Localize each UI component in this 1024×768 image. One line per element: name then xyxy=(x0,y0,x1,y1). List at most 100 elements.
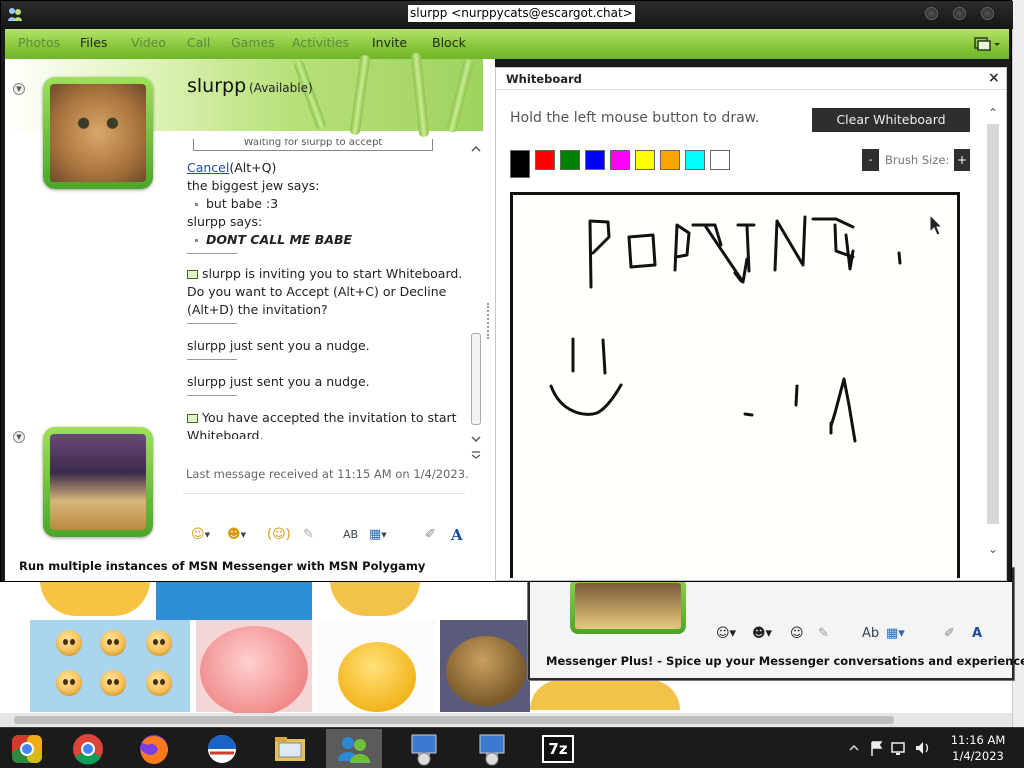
wink-icon[interactable]: ☻▾ xyxy=(752,624,772,644)
self-avatar[interactable] xyxy=(43,427,153,537)
divider xyxy=(187,395,237,396)
cancel-shortcut: (Alt+Q) xyxy=(229,160,277,175)
taskbar-installer-1[interactable] xyxy=(396,729,452,768)
show-hidden-icons-icon xyxy=(849,744,859,751)
nudge-icon[interactable]: ☺ xyxy=(790,624,804,644)
collapse-contact-icon[interactable]: ▼ xyxy=(13,83,25,95)
brush-increase-button[interactable]: + xyxy=(954,149,970,171)
handwriting-icon[interactable]: ✐ xyxy=(944,624,955,644)
last-message-timestamp: Last message received at 11:15 AM on 1/4… xyxy=(186,467,469,481)
stroke xyxy=(627,233,657,269)
whiteboard-title: Whiteboard xyxy=(506,72,582,86)
color-swatch-white[interactable] xyxy=(710,150,730,170)
drawing-strokes xyxy=(549,213,944,443)
stroke xyxy=(673,223,691,272)
mouse-cursor-icon xyxy=(929,213,944,236)
options-menu-icon[interactable] xyxy=(973,35,1001,53)
system-tray xyxy=(848,738,938,758)
menu-activities[interactable]: Activities xyxy=(292,35,349,50)
collapse-self-icon[interactable]: ▼ xyxy=(13,431,25,443)
clear-whiteboard-button[interactable]: Clear Whiteboard xyxy=(812,108,970,132)
stroke xyxy=(743,412,754,417)
message-text-content: but babe :3 xyxy=(206,196,279,211)
font-icon[interactable]: A xyxy=(451,525,463,545)
scroll-down-icon[interactable] xyxy=(471,435,481,443)
taskbar-app-launcher[interactable] xyxy=(0,729,56,768)
divider xyxy=(187,323,237,324)
whiteboard-close-icon[interactable]: × xyxy=(988,70,1000,86)
title-bar[interactable]: slurpp <nurppycats@escargot.chat> xyxy=(1,1,1013,29)
brush-decrease-button[interactable]: - xyxy=(862,149,879,171)
cancel-link[interactable]: Cancel xyxy=(187,160,229,175)
voice-clip-icon[interactable]: ✎ xyxy=(303,525,314,545)
taskbar-file-explorer[interactable] xyxy=(262,729,318,768)
emoji-tile xyxy=(530,680,680,710)
background-icon[interactable]: ▦▾ xyxy=(886,624,905,644)
taskbar-msn[interactable] xyxy=(194,729,250,768)
horizontal-scrollbar[interactable] xyxy=(0,713,1012,727)
whiteboard-scroll-up[interactable]: ⌃ xyxy=(987,106,999,120)
installer-icon xyxy=(479,734,505,766)
clock-date: 1/4/2023 xyxy=(952,749,1004,763)
status-bar-ad[interactable]: Run multiple instances of MSN Messenger … xyxy=(19,559,425,573)
whiteboard-scrollbar[interactable]: ⌃ ⌄ xyxy=(986,106,1000,558)
drawing-canvas[interactable] xyxy=(510,192,960,578)
contact-avatar[interactable] xyxy=(43,77,153,189)
font-icon[interactable]: A xyxy=(972,624,982,644)
maximize-button[interactable] xyxy=(953,7,966,20)
color-swatch-black[interactable] xyxy=(510,150,530,178)
emoticon-icon[interactable]: ☺▾ xyxy=(191,525,210,545)
color-swatch-magenta[interactable] xyxy=(610,150,630,170)
whiteboard-scroll-thumb[interactable] xyxy=(987,124,999,524)
envelope-icon xyxy=(187,414,198,423)
voice-clip-icon[interactable]: ✎ xyxy=(818,624,829,644)
taskbar-messenger[interactable] xyxy=(326,729,382,768)
accept-notice-line-1: You have accepted the invitation to star… xyxy=(187,409,457,427)
nudge-icon[interactable]: (☺) xyxy=(267,525,291,545)
color-swatch-orange[interactable] xyxy=(660,150,680,170)
menu-games[interactable]: Games xyxy=(231,35,275,50)
stroke xyxy=(691,223,749,284)
scroll-up-icon[interactable] xyxy=(471,145,481,153)
emoji-tile xyxy=(40,580,150,616)
stroke xyxy=(549,383,623,416)
color-swatch-red[interactable] xyxy=(535,150,555,170)
color-swatch-blue[interactable] xyxy=(585,150,605,170)
chat-window[interactable]: slurpp <nurppycats@escargot.chat> Photos… xyxy=(0,0,1013,582)
color-swatch-cyan[interactable] xyxy=(685,150,705,170)
minimize-button[interactable] xyxy=(925,7,938,20)
text-style-icon[interactable]: Ab xyxy=(862,624,879,644)
background-icon[interactable]: ▦▾ xyxy=(369,525,387,545)
msn-icon xyxy=(208,735,236,763)
whiteboard-scroll-down[interactable]: ⌄ xyxy=(987,542,999,556)
installer-icon xyxy=(411,734,437,766)
pane-splitter[interactable] xyxy=(483,59,495,581)
history-scrollbar[interactable] xyxy=(469,141,483,463)
text-style-icon[interactable]: AB xyxy=(343,525,358,545)
clock[interactable]: 11:16 AM 1/4/2023 xyxy=(938,732,1018,764)
background-chat-window[interactable]: ☺▾ ☻▾ ☺ ✎ Ab ▦▾ ✐ A Messenger Plus! - Sp… xyxy=(528,568,1024,680)
menu-block[interactable]: Block xyxy=(432,35,466,50)
color-swatch-green[interactable] xyxy=(560,150,580,170)
handwriting-icon[interactable]: ✐ xyxy=(425,525,436,545)
menu-photos[interactable]: Photos xyxy=(18,35,60,50)
network-icon xyxy=(891,742,905,753)
scroll-end-icon[interactable] xyxy=(471,451,481,459)
taskbar-7zip[interactable]: 7z xyxy=(530,729,586,768)
wink-icon[interactable]: ☻▾ xyxy=(227,525,246,545)
taskbar-firefox[interactable] xyxy=(126,729,182,768)
menu-call[interactable]: Call xyxy=(187,35,210,50)
stroke xyxy=(829,377,857,443)
tray-icons xyxy=(849,741,929,756)
menu-invite[interactable]: Invite xyxy=(372,35,407,50)
close-button[interactable] xyxy=(981,7,994,20)
emoticon-icon[interactable]: ☺▾ xyxy=(716,624,736,644)
taskbar-chrome[interactable] xyxy=(58,729,114,768)
color-swatch-yellow[interactable] xyxy=(635,150,655,170)
message-input[interactable] xyxy=(183,493,465,521)
history-scroll-thumb[interactable] xyxy=(471,333,481,425)
taskbar-installer-2[interactable] xyxy=(464,729,520,768)
menu-files[interactable]: Files xyxy=(80,35,107,50)
accept-notice-text: You have accepted the invitation to star… xyxy=(202,410,457,425)
menu-video[interactable]: Video xyxy=(131,35,166,50)
